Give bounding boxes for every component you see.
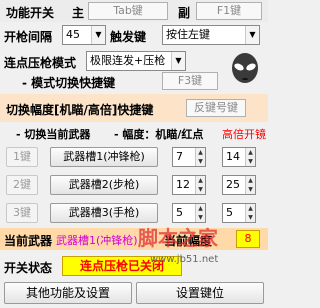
- fire-row: 开枪间隔 45 ▼ 触发键 按住左键 ▼: [0, 23, 268, 47]
- weapon-row-1: 1键 武器槽1(冲锋枪) 7 ▲ ▼ 14 ▲ ▼: [0, 144, 268, 172]
- fire-interval-select[interactable]: 45 ▼: [62, 25, 106, 45]
- weapon-3-key-button[interactable]: 3键: [6, 203, 38, 223]
- mode-switch-label: - 模式切换快捷键: [22, 76, 116, 90]
- chevron-down-icon: ▼: [171, 52, 185, 70]
- switch-status-label: 开关状态: [4, 261, 53, 275]
- scope-header: 高倍开镜: [222, 128, 266, 141]
- fire-interval-value: 45: [66, 28, 80, 41]
- weapon-3-scope-value: 5: [226, 206, 233, 219]
- watermark-url: www.jb51.net: [150, 254, 219, 265]
- current-weapon-label: 当前武器: [4, 234, 53, 248]
- function-switch-label: 功能开关: [6, 6, 55, 20]
- amplitude-label: 切换幅度[机瞄/高倍]快捷键: [6, 103, 154, 117]
- trigger-key-label: 触发键: [110, 30, 147, 44]
- weapon-2-key-button[interactable]: 2键: [6, 175, 38, 195]
- weapon-2-slot-button[interactable]: 武器槽2(步枪): [50, 175, 158, 195]
- weapon-1-iron-sight-stepper[interactable]: 7 ▲ ▼: [172, 147, 206, 167]
- weapon-1-key-button[interactable]: 1键: [6, 147, 38, 167]
- weapon-1-scope-stepper[interactable]: 14 ▲ ▼: [222, 147, 256, 167]
- main-label: 主: [72, 6, 85, 20]
- spinner-icon[interactable]: ▲ ▼: [195, 148, 205, 166]
- weapon-row-3: 3键 武器槽3(手枪) 5 ▲ ▼ 5 ▲ ▼: [0, 200, 268, 228]
- mode-section: 连点压枪模式 极限连发+压枪 ▼ - 模式切换快捷键 F3键: [0, 48, 268, 92]
- amplitude-hotkey-field[interactable]: 反键号键: [186, 99, 246, 117]
- weapons-header: - 切换当前武器 - 幅度：机瞄/红点 高倍开镜: [0, 124, 268, 142]
- weapon-row-2: 2键 武器槽2(步枪) 12 ▲ ▼ 25 ▲ ▼: [0, 172, 268, 200]
- secondary-hotkey-field[interactable]: F1键: [196, 2, 262, 20]
- weapon-2-iron-sight-stepper[interactable]: 12 ▲ ▼: [172, 175, 206, 195]
- switch-weapon-header: - 切换当前武器: [16, 128, 91, 141]
- weapon-2-scope-value: 25: [226, 178, 240, 191]
- current-amplitude-value: 8: [236, 230, 260, 248]
- current-weapon-row: 当前武器 武器槽1(冲锋枪) 当前幅度 8: [0, 228, 268, 250]
- weapon-3-slot-button[interactable]: 武器槽3(手枪): [50, 203, 158, 223]
- mode-switch-hotkey-field[interactable]: F3键: [162, 72, 218, 90]
- spinner-icon[interactable]: ▲ ▼: [245, 176, 255, 194]
- trigger-key-select[interactable]: 按住左键 ▼: [162, 25, 260, 45]
- weapon-1-slot-button[interactable]: 武器槽1(冲锋枪): [50, 147, 158, 167]
- spinner-icon[interactable]: ▲ ▼: [195, 176, 205, 194]
- status-row: 开关状态 连点压枪已关闭: [0, 254, 268, 278]
- weapon-2-iron-sight-value: 12: [176, 178, 190, 191]
- trigger-key-value: 按住左键: [166, 28, 210, 41]
- fire-interval-label: 开枪间隔: [4, 30, 53, 44]
- alien-logo-icon: [232, 53, 258, 83]
- weapon-1-iron-sight-value: 7: [176, 150, 183, 163]
- other-settings-button[interactable]: 其他功能及设置: [4, 282, 132, 304]
- weapon-1-scope-value: 14: [226, 150, 240, 163]
- weapon-3-iron-sight-stepper[interactable]: 5 ▲ ▼: [172, 203, 206, 223]
- amplitude-header: - 幅度：机瞄/红点: [114, 128, 204, 141]
- key-settings-button[interactable]: 设置键位: [136, 282, 264, 304]
- mode-value: 极限连发+压枪: [90, 54, 166, 67]
- watermark-brand: 脚本之家: [138, 226, 218, 250]
- secondary-label: 副: [178, 6, 191, 20]
- spinner-icon[interactable]: ▲ ▼: [245, 204, 255, 222]
- chevron-down-icon: ▼: [245, 26, 259, 44]
- main-hotkey-field[interactable]: Tab键: [88, 2, 168, 20]
- function-switch-row: 功能开关 主 Tab键 副 F1键: [0, 0, 268, 22]
- mode-label: 连点压枪模式: [4, 56, 77, 70]
- amplitude-row: 切换幅度[机瞄/高倍]快捷键 反键号键: [0, 94, 268, 122]
- current-weapon-value: 武器槽1(冲锋枪): [56, 234, 138, 247]
- chevron-down-icon: ▼: [91, 26, 105, 44]
- mode-select[interactable]: 极限连发+压枪 ▼: [86, 51, 186, 71]
- spinner-icon[interactable]: ▲ ▼: [195, 204, 205, 222]
- weapon-2-scope-stepper[interactable]: 25 ▲ ▼: [222, 175, 256, 195]
- weapon-3-iron-sight-value: 5: [176, 206, 183, 219]
- spinner-icon[interactable]: ▲ ▼: [245, 148, 255, 166]
- weapon-3-scope-stepper[interactable]: 5 ▲ ▼: [222, 203, 256, 223]
